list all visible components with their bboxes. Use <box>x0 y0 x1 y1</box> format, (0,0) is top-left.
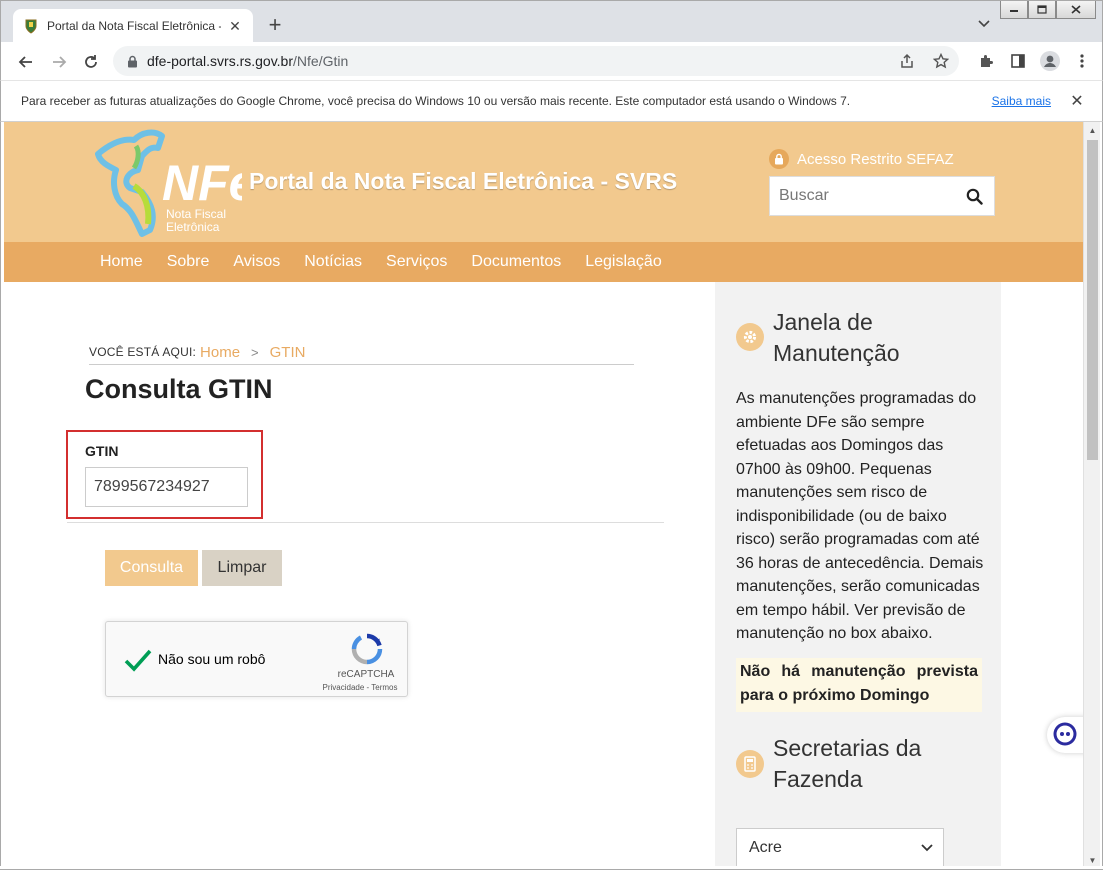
window-controls <box>1000 1 1096 19</box>
update-infobar: Para receber as futuras atualizações do … <box>0 80 1103 122</box>
padlock-icon <box>769 149 789 169</box>
logo-nfe-text: NFe <box>162 155 242 211</box>
gear-icon <box>736 323 764 351</box>
breadcrumb: VOCÊ ESTÁ AQUI: Home > GTIN <box>89 340 634 365</box>
tab-close-icon[interactable]: ✕ <box>227 18 243 34</box>
state-select-value: Acre <box>749 839 782 856</box>
new-tab-icon[interactable]: + <box>263 12 287 37</box>
browser-menu-icon[interactable] <box>1072 51 1092 71</box>
reload-icon[interactable] <box>80 51 102 73</box>
scroll-thumb[interactable] <box>1087 140 1098 460</box>
maintenance-title: Janela de Manutenção <box>773 309 900 366</box>
rs-coat-of-arms-icon <box>23 18 39 34</box>
infobar-learn-more-link[interactable]: Saiba mais <box>992 94 1051 108</box>
chevron-down-icon <box>921 842 933 854</box>
infobar-text: Para receber as futuras atualizações do … <box>21 94 851 108</box>
nav-home[interactable]: Home <box>100 253 143 271</box>
restore-icon[interactable] <box>1028 1 1056 19</box>
infobar-close-icon[interactable]: ✕ <box>1068 92 1086 110</box>
form-divider <box>67 522 664 523</box>
address-bar[interactable]: dfe-portal.svrs.rs.gov.br/Nfe/Gtin <box>113 46 959 76</box>
window-close-icon[interactable] <box>1056 1 1096 19</box>
chatbot-robot-icon <box>1052 721 1078 750</box>
page-title: Consulta GTIN <box>85 374 273 404</box>
recaptcha-label: Não sou um robô <box>158 651 266 667</box>
nfe-logo[interactable]: NFe Nota Fiscal Eletrônica <box>92 126 256 238</box>
logo-sub1: Nota Fiscal <box>166 207 226 221</box>
profile-avatar-icon[interactable] <box>1040 51 1060 71</box>
maintenance-text: As manutenções programadas do ambiente D… <box>736 390 984 642</box>
site-search-input[interactable] <box>779 187 959 205</box>
calculator-icon <box>736 750 764 778</box>
breadcrumb-home-link[interactable]: Home <box>200 344 240 361</box>
scroll-up-arrow-icon[interactable]: ▲ <box>1084 122 1101 138</box>
site-header: NFe Nota Fiscal Eletrônica Portal da Not… <box>4 122 1083 242</box>
recaptcha-terms-link[interactable]: Privacidade - Termos <box>311 683 409 692</box>
maintenance-notice: Não há manutenção prevista para o próxim… <box>736 658 982 712</box>
window-frame-bottom <box>0 866 1103 870</box>
recaptcha-logo-icon <box>350 632 384 666</box>
recaptcha-checkmark-icon[interactable] <box>122 644 154 676</box>
browser-tabbar: Portal da Nota Fiscal Eletrônica - SV ✕ … <box>0 0 1103 43</box>
gtin-label: GTIN <box>85 443 119 459</box>
side-panel-icon[interactable] <box>1008 51 1028 71</box>
browser-toolbar: dfe-portal.svrs.rs.gov.br/Nfe/Gtin <box>0 42 1103 80</box>
nav-sobre[interactable]: Sobre <box>167 253 210 271</box>
minimize-icon[interactable] <box>1000 1 1028 19</box>
consulta-button[interactable]: Consulta <box>105 550 198 586</box>
state-select[interactable]: Acre <box>736 828 944 868</box>
lock-icon[interactable] <box>125 54 139 68</box>
tab-title: Portal da Nota Fiscal Eletrônica - SV <box>47 19 221 33</box>
limpar-button[interactable]: Limpar <box>202 550 282 586</box>
breadcrumb-label: VOCÊ ESTÁ AQUI: <box>89 345 197 359</box>
page-viewport: NFe Nota Fiscal Eletrônica Portal da Not… <box>4 122 1083 868</box>
restricted-access-link[interactable]: Acesso Restrito SEFAZ <box>769 149 954 169</box>
nav-documentos[interactable]: Documentos <box>471 253 561 271</box>
search-icon[interactable] <box>964 186 984 206</box>
recaptcha-brand: reCAPTCHA <box>337 669 395 680</box>
breadcrumb-current: GTIN <box>269 343 306 361</box>
nav-servicos[interactable]: Serviços <box>386 253 447 271</box>
secretarias-title: Secretarias da Fazenda <box>773 735 922 792</box>
nav-noticias[interactable]: Notícias <box>304 253 362 271</box>
bookmark-star-icon[interactable] <box>931 51 951 71</box>
tab-search-chevron-icon[interactable] <box>975 15 993 33</box>
main-nav: Home Sobre Avisos Notícias Serviços Docu… <box>4 242 1083 282</box>
url-text: dfe-portal.svrs.rs.gov.br/Nfe/Gtin <box>147 53 349 69</box>
forward-arrow-icon[interactable] <box>48 51 70 73</box>
site-search-box <box>769 176 995 216</box>
back-arrow-icon[interactable] <box>15 51 37 73</box>
breadcrumb-separator: > <box>251 344 259 360</box>
share-icon[interactable] <box>897 51 917 71</box>
restricted-access-label: Acesso Restrito SEFAZ <box>797 150 954 168</box>
extensions-puzzle-icon[interactable] <box>976 51 996 71</box>
nav-avisos[interactable]: Avisos <box>233 253 280 271</box>
site-title: Portal da Nota Fiscal Eletrônica - SVRS <box>249 168 678 194</box>
recaptcha-widget: Não sou um robô reCAPTCHA Privacidade - … <box>105 621 408 697</box>
browser-tab[interactable]: Portal da Nota Fiscal Eletrônica - SV ✕ <box>13 9 253 43</box>
sidebar: Janela de Manutenção As manutenções prog… <box>715 282 1001 868</box>
logo-sub2: Eletrônica <box>166 220 220 234</box>
chatbot-launcher[interactable] <box>1047 717 1083 753</box>
nav-legislacao[interactable]: Legislação <box>585 253 662 271</box>
page-scrollbar[interactable]: ▲ ▼ <box>1083 122 1100 868</box>
gtin-input[interactable] <box>85 467 248 507</box>
